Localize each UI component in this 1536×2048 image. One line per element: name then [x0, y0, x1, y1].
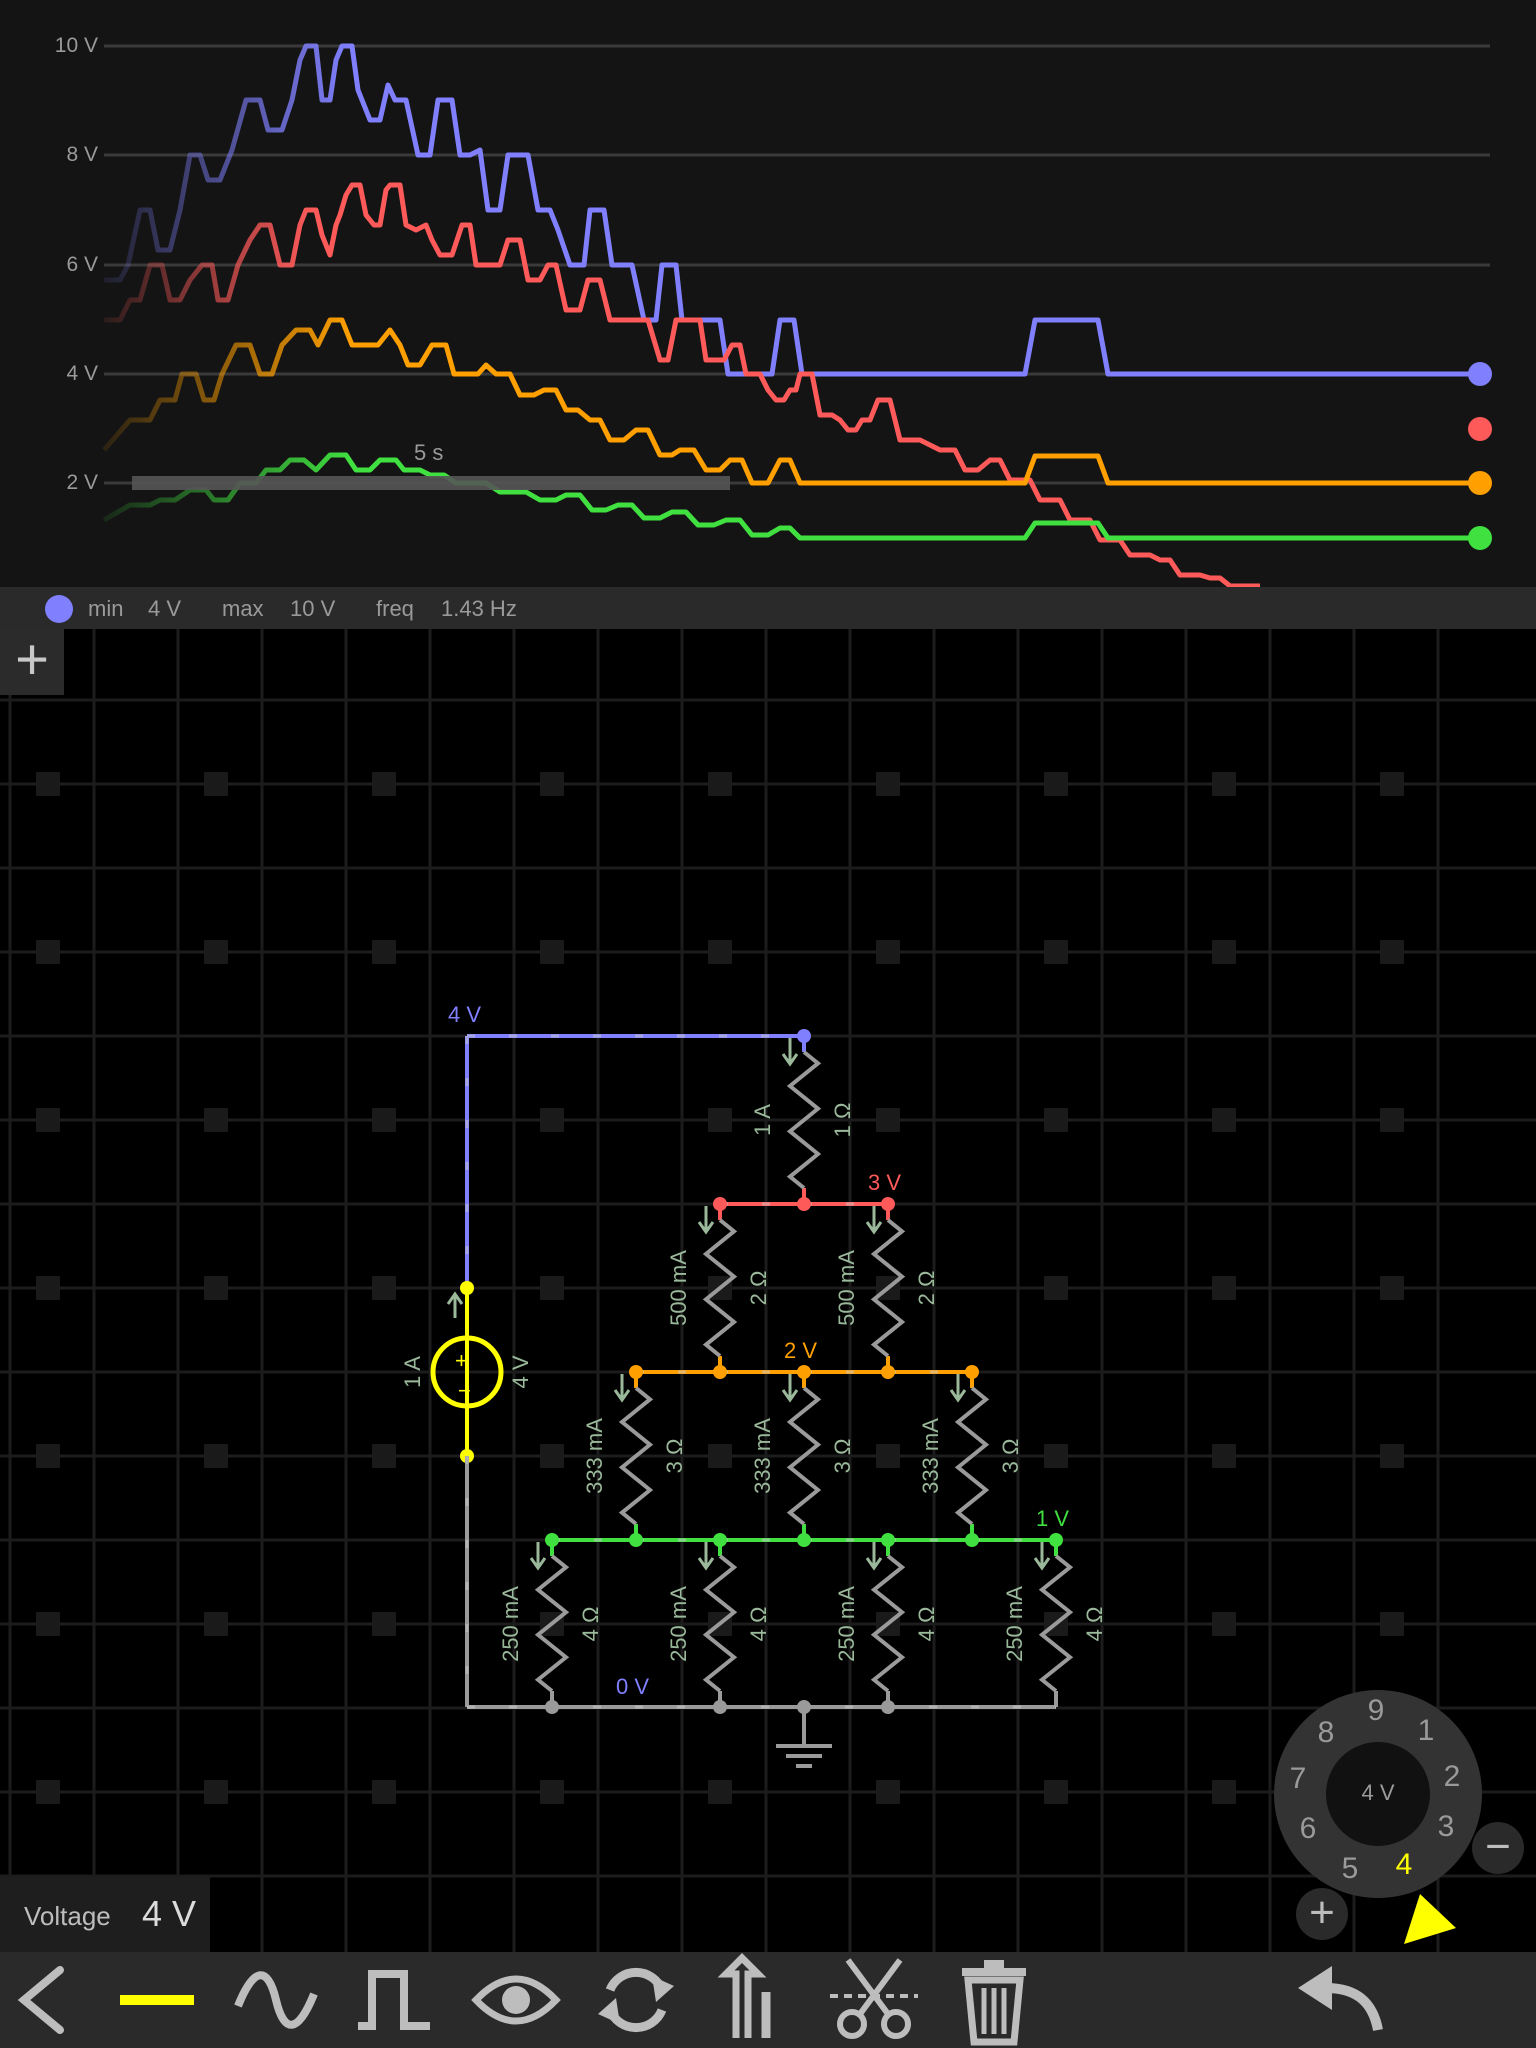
value-dial[interactable]: 4 V 9 1 2 3 4 5 6 7 8: [1272, 1688, 1484, 1900]
dial-minus-button[interactable]: −: [1472, 1822, 1524, 1874]
min-value: 4 V: [148, 596, 182, 621]
dial-number-9[interactable]: 9: [1356, 1694, 1396, 1728]
node-label-2v: 2 V: [784, 1338, 817, 1363]
y-axis-label-4v: 4 V: [66, 362, 98, 385]
r4-current-label-1: 250 mA: [498, 1586, 523, 1662]
dial-pointer-icon: [1404, 1894, 1456, 1944]
node-label-4v: 4 V: [448, 1002, 481, 1027]
voltage-label: Voltage: [24, 1901, 111, 1931]
trace-orange: [102, 317, 1480, 486]
circuit-node: [713, 1365, 727, 1379]
dial-number-5[interactable]: 5: [1330, 1852, 1370, 1886]
square-wave-icon[interactable]: [344, 1952, 444, 2048]
sine-wave-icon[interactable]: [224, 1952, 324, 2048]
back-icon[interactable]: [0, 1952, 100, 2048]
r3-current-label-1: 333 mA: [582, 1418, 607, 1494]
trash-icon[interactable]: [944, 1952, 1044, 2048]
circuit-node: [545, 1700, 559, 1714]
y-axis-label-10v: 10 V: [54, 34, 98, 57]
dial-center-value: 4 V: [1361, 1780, 1395, 1805]
dc-wire-icon[interactable]: [106, 1952, 206, 2048]
dial-number-6[interactable]: 6: [1288, 1812, 1328, 1846]
r4-resistance-label-2: 4 Ω: [746, 1607, 771, 1642]
time-scale-bar: [132, 476, 730, 490]
r3-resistance-label-3: 3 Ω: [998, 1439, 1023, 1474]
r2-resistance-label-2: 2 Ω: [914, 1271, 939, 1306]
min-label: min: [88, 596, 124, 621]
freq-label: freq: [376, 596, 414, 621]
rotate-icon[interactable]: [586, 1952, 686, 2048]
r3-current-label-3: 333 mA: [918, 1418, 943, 1494]
y-axis-label-8v: 8 V: [66, 143, 98, 166]
circuit-node: [965, 1533, 979, 1547]
cut-icon[interactable]: [824, 1952, 924, 2048]
y-axis-label-6v: 6 V: [66, 253, 98, 276]
r3-current-label-2: 333 mA: [750, 1418, 775, 1494]
dial-plus-button[interactable]: +: [1296, 1888, 1348, 1940]
trace-end-dot-blue: [1468, 362, 1492, 386]
r1-current-label: 1 A: [750, 1104, 775, 1136]
trace-red: [104, 182, 1260, 587]
circuit-node: [797, 1197, 811, 1211]
source-current-label: 1 A: [400, 1356, 425, 1388]
circuit-node: [797, 1533, 811, 1547]
dial-number-4-selected[interactable]: 4: [1384, 1848, 1424, 1882]
r4-resistance-label-1: 4 Ω: [578, 1607, 603, 1642]
freq-value: 1.43 Hz: [441, 596, 517, 621]
trace-end-dot-orange: [1468, 471, 1492, 495]
max-label: max: [222, 596, 264, 621]
scope-info-bar: min 4 V max 10 V freq 1.43 Hz: [0, 587, 1536, 629]
source-plus-sign: +: [455, 1348, 468, 1373]
r2-resistance-label-1: 2 Ω: [746, 1271, 771, 1306]
r2-current-label-1: 500 mA: [666, 1250, 691, 1326]
max-value: 10 V: [290, 596, 336, 621]
r4-resistance-label-3: 4 Ω: [914, 1607, 939, 1642]
scope-plot: [102, 43, 1492, 587]
source-minus-sign: −: [458, 1378, 471, 1403]
dial-number-3[interactable]: 3: [1426, 1810, 1466, 1844]
circuit-node: [460, 1281, 474, 1295]
add-scope-button[interactable]: +: [0, 629, 64, 695]
node-label-1v: 1 V: [1036, 1506, 1069, 1531]
circuit-node: [629, 1533, 643, 1547]
undo-icon[interactable]: [1290, 1952, 1390, 2048]
r4-current-label-3: 250 mA: [834, 1586, 859, 1662]
dial-number-2[interactable]: 2: [1432, 1760, 1472, 1794]
dial-number-7[interactable]: 7: [1278, 1762, 1318, 1796]
r4-current-label-2: 250 mA: [666, 1586, 691, 1662]
voltage-value: 4 V: [142, 1893, 197, 1934]
flip-icon[interactable]: [704, 1952, 804, 2048]
source-voltage-label: 4 V: [508, 1355, 533, 1388]
r1-resistance-label: 1 Ω: [830, 1103, 855, 1138]
voltage-panel[interactable]: Voltage 4 V: [0, 1877, 210, 1952]
r4-resistance-label-4: 4 Ω: [1082, 1607, 1107, 1642]
bottom-toolbar: [0, 1952, 1536, 2048]
y-axis-label-2v: 2 V: [66, 471, 98, 494]
selected-trace-dot[interactable]: [45, 595, 73, 623]
r2-current-label-2: 500 mA: [834, 1250, 859, 1326]
node-label-0v: 0 V: [616, 1674, 649, 1699]
trace-end-dot-red: [1468, 417, 1492, 441]
oscilloscope-panel[interactable]: 10 V 8 V 6 V 4 V 2 V 5 s: [0, 0, 1536, 587]
trace-end-dot-green: [1468, 526, 1492, 550]
r3-resistance-label-2: 3 Ω: [830, 1439, 855, 1474]
dial-number-1[interactable]: 1: [1406, 1714, 1446, 1748]
circuit-node: [881, 1700, 895, 1714]
circuit-node: [713, 1700, 727, 1714]
time-scale-label: 5 s: [414, 440, 444, 465]
eye-icon[interactable]: [466, 1952, 566, 2048]
circuit-node: [881, 1365, 895, 1379]
dial-number-8[interactable]: 8: [1306, 1716, 1346, 1750]
node-label-3v: 3 V: [868, 1170, 901, 1195]
scope-gridlines: [104, 44, 1490, 485]
r4-current-label-4: 250 mA: [1002, 1586, 1027, 1662]
r3-resistance-label-1: 3 Ω: [662, 1439, 687, 1474]
